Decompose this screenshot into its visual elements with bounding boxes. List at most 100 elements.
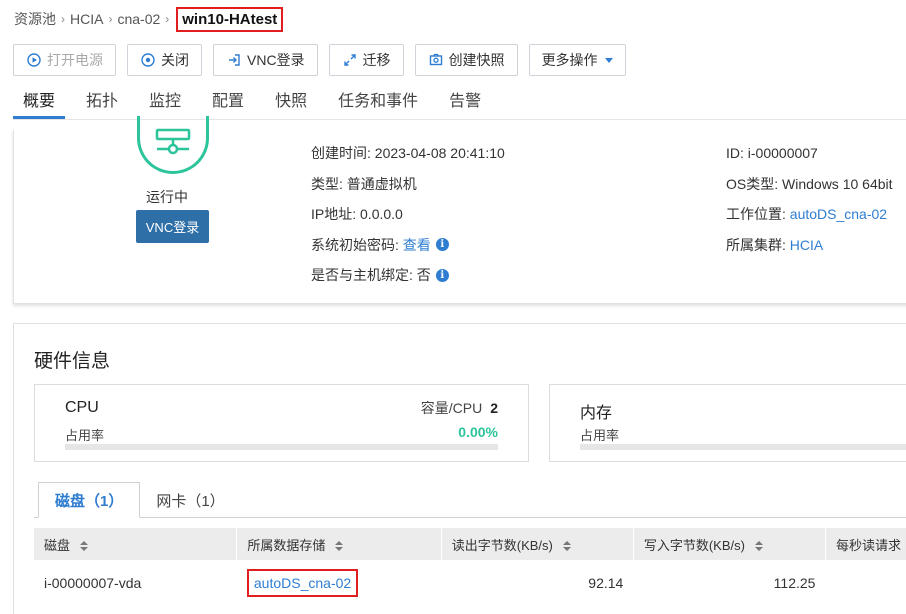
hardware-subtabs: 磁盘（1） 网卡（1）: [38, 482, 241, 518]
info-icon[interactable]: i: [435, 268, 449, 282]
sort-icon[interactable]: [80, 541, 89, 552]
migrate-arrows-icon: [342, 52, 358, 68]
tab-monitor[interactable]: 监控: [139, 88, 191, 119]
sort-icon[interactable]: [754, 541, 763, 552]
id-row: ID: i-00000007: [726, 138, 893, 169]
os-type-label: OS类型:: [726, 175, 779, 192]
created-time-row: 创建时间: 2023-04-08 20:41:10: [311, 138, 505, 169]
tab-config[interactable]: 配置: [202, 88, 254, 119]
vnc-login-button[interactable]: VNC登录: [213, 44, 318, 76]
snapshot-icon: [428, 52, 444, 68]
breadcrumb: 资源池 › HCIA › cna-02 › win10-HAtest: [14, 6, 284, 32]
breadcrumb-current-vm: win10-HAtest: [176, 6, 284, 32]
memory-title: 内存: [580, 405, 613, 422]
cpu-metric-box: CPU 占用率 容量/CPU 2 0.00%: [34, 384, 529, 462]
cpu-usage-bar: [65, 444, 498, 450]
vnc-login-label: VNC登录: [247, 52, 305, 68]
type-label: 类型:: [311, 175, 343, 192]
vm-running-icon: [137, 116, 209, 174]
os-type-value: Windows 10 64bit: [782, 175, 893, 192]
stop-circle-icon: [140, 52, 156, 68]
ip-row: IP地址: 0.0.0.0: [311, 199, 505, 230]
memory-metric-box: 内存 占用率: [549, 384, 906, 462]
shutdown-label: 关闭: [161, 52, 189, 68]
column-header-read-bytes[interactable]: 读出字节数(KB/s): [441, 528, 634, 560]
table-header-row: 磁盘 所属数据存储 读出字节数(KB/s) 写入字节数(KB/s) 每秒读请求: [34, 528, 906, 560]
cpu-capacity-value: 2: [490, 400, 498, 416]
breadcrumb-item-pool[interactable]: 资源池: [14, 9, 56, 29]
tab-tasks-events[interactable]: 任务和事件: [328, 88, 428, 119]
read-requests-cell: [825, 560, 906, 606]
created-time-value: 2023-04-08 20:41:10: [374, 145, 505, 162]
sort-icon[interactable]: [562, 541, 571, 552]
init-password-row: 系统初始密码: 查看 i: [311, 230, 505, 261]
power-on-button[interactable]: 打开电源: [13, 44, 116, 76]
chevron-right-icon: ›: [61, 12, 65, 26]
cpu-usage-percent: 0.00%: [458, 424, 498, 440]
cluster-label: 所属集群:: [726, 236, 786, 253]
hardware-info-title: 硬件信息: [34, 351, 111, 372]
location-label: 工作位置:: [726, 206, 786, 223]
id-value: i-00000007: [747, 145, 818, 162]
breadcrumb-item-host[interactable]: cna-02: [117, 11, 160, 27]
more-actions-dropdown[interactable]: 更多操作: [528, 44, 626, 76]
column-header-read-requests[interactable]: 每秒读请求: [825, 528, 906, 560]
datastore-link[interactable]: autoDS_cna-02: [246, 569, 359, 597]
vm-status-text: 运行中: [146, 189, 188, 205]
create-snapshot-label: 创建快照: [448, 52, 505, 68]
vm-summary-card: 运行中 VNC登录 创建时间: 2023-04-08 20:41:10 类型: …: [13, 116, 906, 304]
type-row: 类型: 普通虚拟机: [311, 169, 505, 200]
tab-disk[interactable]: 磁盘（1）: [38, 482, 141, 518]
shutdown-button[interactable]: 关闭: [127, 44, 202, 76]
cluster-row: 所属集群: HCIA: [726, 230, 893, 261]
write-bytes-cell: 112.25: [773, 575, 816, 591]
memory-usage-label: 占用率: [580, 428, 620, 443]
cpu-capacity-label: 容量/CPU: [420, 400, 483, 416]
more-actions-label: 更多操作: [541, 52, 598, 68]
cpu-usage-label: 占用率: [65, 428, 105, 443]
ip-value: 0.0.0.0: [360, 206, 403, 223]
migrate-label: 迁移: [362, 52, 391, 68]
info-column-left: 创建时间: 2023-04-08 20:41:10 类型: 普通虚拟机 IP地址…: [311, 138, 505, 291]
tab-snapshot[interactable]: 快照: [265, 88, 317, 119]
caret-down-icon: [604, 57, 613, 63]
info-icon[interactable]: i: [435, 238, 449, 252]
sort-icon[interactable]: [335, 541, 344, 552]
create-snapshot-button[interactable]: 创建快照: [414, 44, 518, 76]
chevron-right-icon: ›: [165, 12, 170, 26]
tab-alarms[interactable]: 告警: [439, 88, 491, 119]
host-bind-label: 是否与主机绑定:: [311, 267, 413, 284]
column-header-datastore[interactable]: 所属数据存储: [236, 528, 442, 560]
table-row: i-00000007-vda autoDS_cna-02 92.14 112.2…: [34, 560, 906, 606]
play-circle-icon: [26, 52, 42, 68]
location-row: 工作位置: autoDS_cna-02: [726, 199, 893, 230]
host-bind-row: 是否与主机绑定: 否 i: [311, 260, 505, 291]
created-time-label: 创建时间:: [311, 145, 371, 162]
migrate-button[interactable]: 迁移: [328, 44, 404, 76]
host-bind-value: 否: [416, 267, 431, 284]
disk-table: 磁盘 所属数据存储 读出字节数(KB/s) 写入字节数(KB/s) 每秒读请求 …: [34, 528, 906, 606]
login-icon: [226, 52, 242, 68]
tab-overview[interactable]: 概要: [13, 88, 66, 119]
column-header-disk[interactable]: 磁盘: [34, 528, 238, 560]
hardware-info-card: 硬件信息 CPU 占用率 容量/CPU 2 0.00% 内存 占用率 磁盘（1） …: [13, 323, 906, 614]
cluster-link[interactable]: HCIA: [790, 237, 823, 253]
power-on-label: 打开电源: [47, 52, 103, 68]
read-bytes-cell: 92.14: [588, 575, 624, 591]
tab-nic[interactable]: 网卡（1）: [140, 482, 240, 518]
init-password-label: 系统初始密码:: [311, 236, 399, 253]
column-header-write-bytes[interactable]: 写入字节数(KB/s): [633, 528, 826, 560]
view-password-link[interactable]: 查看: [403, 235, 431, 255]
datastore-cell: autoDS_cna-02: [237, 560, 441, 606]
cpu-title: CPU: [65, 399, 99, 416]
location-link[interactable]: autoDS_cna-02: [790, 206, 887, 222]
os-type-row: OS类型: Windows 10 64bit: [726, 169, 893, 200]
ip-label: IP地址:: [311, 206, 357, 223]
vnc-login-quick-button[interactable]: VNC登录: [136, 210, 209, 243]
tab-topology[interactable]: 拓扑: [76, 88, 128, 119]
info-column-right: ID: i-00000007 OS类型: Windows 10 64bit 工作…: [726, 138, 893, 260]
id-label: ID:: [726, 145, 744, 162]
disk-name-cell: i-00000007-vda: [44, 575, 142, 591]
memory-usage-bar: [580, 444, 906, 450]
breadcrumb-item-cluster[interactable]: HCIA: [70, 11, 103, 27]
